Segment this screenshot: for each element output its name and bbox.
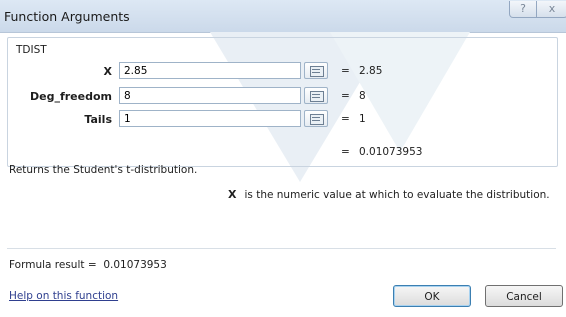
arg-equals-tails: =	[341, 113, 350, 125]
formula-result-value: 0.01073953	[103, 259, 167, 271]
divider	[7, 248, 556, 249]
argument-description: Xis the numeric value at which to evalua…	[228, 188, 550, 201]
collapse-dialog-button-deg-freedom[interactable]	[304, 87, 328, 104]
result-equals: =	[341, 146, 350, 158]
arg-evaluated-tails: 1	[359, 113, 366, 125]
arg-evaluated-deg-freedom: 8	[359, 90, 366, 102]
cancel-button[interactable]: Cancel	[485, 285, 563, 307]
title-bar: Function Arguments ? x	[0, 0, 566, 33]
ok-button[interactable]: OK	[393, 285, 471, 307]
formula-result: Formula result = 0.01073953	[9, 259, 167, 271]
formula-result-label: Formula result =	[9, 259, 97, 271]
collapse-dialog-icon	[310, 91, 324, 102]
arg-label-tails: Tails	[84, 113, 112, 126]
argument-description-text: is the numeric value at which to evaluat…	[244, 189, 550, 201]
window-title: Function Arguments	[4, 9, 130, 24]
arg-label-x: X	[103, 65, 112, 78]
result-value: 0.01073953	[359, 146, 423, 158]
close-icon[interactable]: x	[536, 1, 566, 18]
function-name: TDIST	[16, 44, 47, 56]
function-description: Returns the Student's t-distribution.	[9, 164, 198, 176]
collapse-dialog-button-tails[interactable]	[304, 110, 328, 127]
arg-input-x[interactable]	[119, 62, 301, 79]
arg-equals-deg-freedom: =	[341, 90, 350, 102]
arg-input-tails[interactable]	[119, 110, 301, 127]
help-icon[interactable]: ?	[509, 1, 537, 18]
arg-equals-x: =	[341, 65, 350, 77]
collapse-dialog-icon	[310, 66, 324, 77]
collapse-dialog-icon	[310, 114, 324, 125]
help-link[interactable]: Help on this function	[9, 290, 118, 302]
argument-description-name: X	[228, 188, 237, 201]
arg-evaluated-x: 2.85	[359, 65, 383, 77]
arg-input-deg-freedom[interactable]	[119, 87, 301, 104]
arg-label-deg-freedom: Deg_freedom	[30, 90, 112, 103]
collapse-dialog-button-x[interactable]	[304, 62, 328, 79]
